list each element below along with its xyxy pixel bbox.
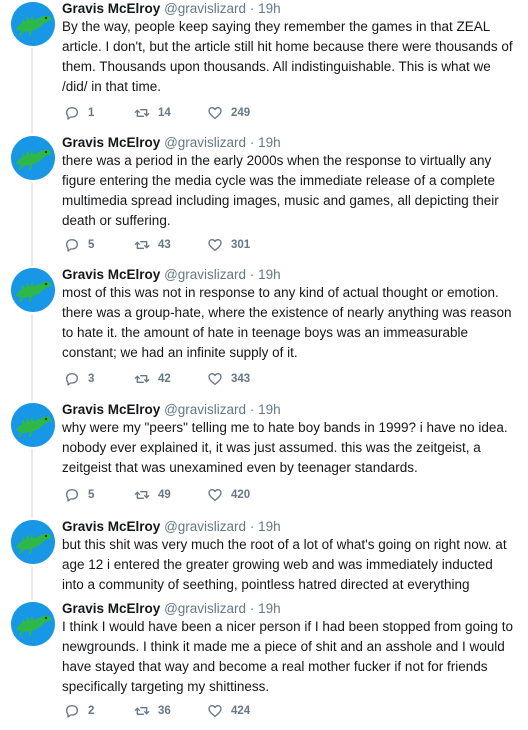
avatar[interactable] [11, 136, 55, 180]
reply-count: 5 [88, 239, 95, 251]
green-lizard-avatar-art [11, 602, 55, 646]
retweet-count: 14 [158, 107, 171, 119]
timestamp[interactable]: 19h [258, 402, 281, 417]
timestamp[interactable]: 19h [258, 267, 281, 282]
reply-icon [64, 703, 80, 719]
retweet-count: 36 [158, 705, 171, 717]
like-button[interactable]: 249 [207, 104, 250, 122]
thread-connector-line [31, 449, 33, 518]
reply-button[interactable]: 1 [64, 104, 94, 122]
retweet-icon [134, 105, 150, 121]
retweet-count: 43 [158, 239, 171, 251]
thread-connector-line [31, 182, 33, 266]
reply-icon [64, 237, 80, 253]
author-handle[interactable]: @gravislizard [164, 1, 246, 16]
retweet-button[interactable]: 14 [134, 104, 171, 122]
author-handle[interactable]: @gravislizard [164, 402, 246, 417]
tweet-text: why were my "peers" telling me to hate b… [62, 420, 508, 475]
avatar[interactable] [11, 602, 55, 646]
separator-dot: · [249, 601, 255, 616]
tweet-header: Gravis McElroy @gravislizard · 19h [62, 518, 281, 535]
tweet-header: Gravis McElroy @gravislizard · 19h [62, 0, 281, 17]
heart-icon [207, 105, 223, 121]
tweet-text: By the way, people keep saying they reme… [62, 19, 513, 94]
retweet-count: 49 [158, 489, 171, 501]
tweet-text: but this shit was very much the root of … [62, 537, 507, 592]
retweet-count: 42 [158, 373, 171, 385]
heart-icon [207, 487, 223, 503]
green-lizard-avatar-art [11, 136, 55, 180]
author-handle[interactable]: @gravislizard [164, 267, 246, 282]
tweet-thread: Gravis McElroy @gravislizard · 19h By the… [0, 0, 528, 730]
author-handle[interactable]: @gravislizard [164, 601, 246, 616]
tweet-text: there was a period in the early 2000s wh… [62, 153, 499, 228]
heart-icon [207, 703, 223, 719]
retweet-button[interactable]: 49 [134, 486, 171, 504]
reply-icon [64, 371, 80, 387]
retweet-button[interactable]: 43 [134, 236, 171, 254]
reply-button[interactable]: 2 [64, 702, 94, 720]
reply-icon [64, 105, 80, 121]
reply-count: 5 [88, 489, 95, 501]
like-button[interactable]: 420 [207, 486, 250, 504]
thread-connector-line [31, 48, 33, 134]
tweet-header: Gravis McElroy @gravislizard · 19h [62, 266, 281, 283]
author-name[interactable]: Gravis McElroy [62, 601, 160, 616]
separator-dot: · [249, 1, 255, 16]
avatar[interactable] [11, 2, 55, 46]
avatar[interactable] [11, 403, 55, 447]
thread-connector-line [31, 314, 33, 401]
retweet-icon [134, 371, 150, 387]
tweet-text: most of this was not in response to any … [62, 285, 512, 360]
timestamp[interactable]: 19h [258, 135, 281, 150]
tweet-text: I think I would have been a nicer person… [62, 619, 514, 694]
author-name[interactable]: Gravis McElroy [62, 135, 160, 150]
reply-count: 1 [88, 107, 95, 119]
timestamp[interactable]: 19h [258, 1, 281, 16]
author-name[interactable]: Gravis McElroy [62, 519, 160, 534]
timestamp[interactable]: 19h [258, 519, 281, 534]
like-count: 301 [231, 239, 251, 251]
like-button[interactable]: 424 [207, 702, 250, 720]
retweet-button[interactable]: 36 [134, 702, 171, 720]
reply-button[interactable]: 5 [64, 486, 94, 504]
like-count: 343 [231, 373, 251, 385]
like-button[interactable]: 343 [207, 370, 250, 388]
avatar[interactable] [11, 520, 55, 564]
heart-icon [207, 371, 223, 387]
author-handle[interactable]: @gravislizard [164, 519, 246, 534]
retweet-icon [134, 487, 150, 503]
like-count: 420 [231, 489, 251, 501]
reply-button[interactable]: 5 [64, 236, 94, 254]
reply-icon [64, 487, 80, 503]
reply-count: 3 [88, 373, 95, 385]
timestamp[interactable]: 19h [258, 601, 281, 616]
green-lizard-avatar-art [11, 403, 55, 447]
separator-dot: · [249, 519, 255, 534]
like-button[interactable]: 301 [207, 236, 250, 254]
reply-button[interactable]: 3 [64, 370, 94, 388]
green-lizard-avatar-art [11, 2, 55, 46]
thread-connector-line [31, 566, 33, 600]
author-handle[interactable]: @gravislizard [164, 135, 246, 150]
author-name[interactable]: Gravis McElroy [62, 1, 160, 16]
separator-dot: · [249, 402, 255, 417]
author-name[interactable]: Gravis McElroy [62, 267, 160, 282]
separator-dot: · [249, 267, 255, 282]
retweet-button[interactable]: 42 [134, 370, 171, 388]
like-count: 249 [231, 107, 251, 119]
author-name[interactable]: Gravis McElroy [62, 402, 160, 417]
tweet-header: Gravis McElroy @gravislizard · 19h [62, 401, 281, 418]
green-lizard-avatar-art [11, 520, 55, 564]
like-count: 424 [231, 705, 251, 717]
retweet-icon [134, 703, 150, 719]
reply-count: 2 [88, 705, 95, 717]
heart-icon [207, 237, 223, 253]
separator-dot: · [249, 135, 255, 150]
green-lizard-avatar-art [11, 268, 55, 312]
tweet-header: Gravis McElroy @gravislizard · 19h [62, 600, 281, 617]
avatar[interactable] [11, 268, 55, 312]
retweet-icon [134, 237, 150, 253]
tweet-header: Gravis McElroy @gravislizard · 19h [62, 134, 281, 151]
